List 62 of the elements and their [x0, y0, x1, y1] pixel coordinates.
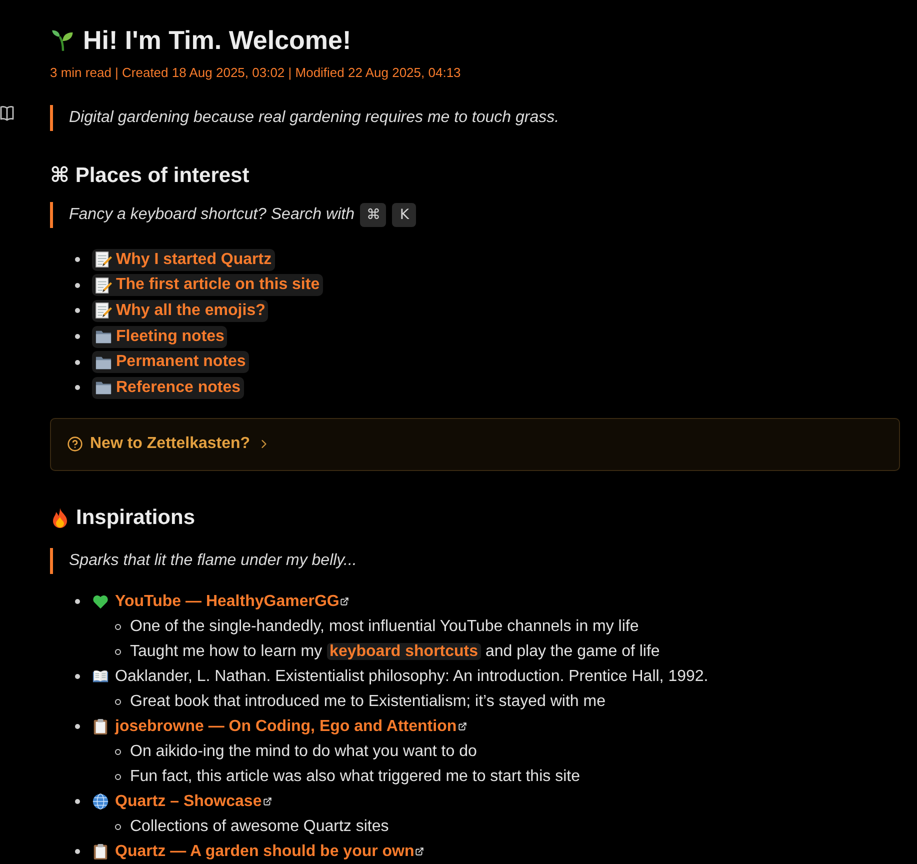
list-text: Taught me how to learn my keyboard shortcuts and play the game of life	[130, 642, 660, 662]
external-link-icon	[262, 797, 272, 806]
external-link[interactable]: josebrowne — On Coding, Ego and Attention	[115, 716, 467, 738]
external-link[interactable]: Quartz — A garden should be your own	[115, 840, 424, 862]
bullet-icon	[75, 724, 80, 729]
book-icon	[92, 668, 109, 685]
folder-icon	[95, 328, 112, 346]
note-link[interactable]: keyboard shortcuts	[326, 642, 482, 660]
quote-text: Digital gardening because real gardening requires me to touch grass.	[69, 108, 560, 128]
bullet-icon	[75, 334, 80, 340]
bullet-icon	[115, 748, 121, 754]
bullet-icon	[75, 360, 80, 365]
external-link[interactable]: YouTube — HealthyGamerGG	[115, 590, 350, 612]
section-heading: ⌘ Places of interest	[50, 163, 250, 189]
key-cap: K	[392, 203, 416, 227]
key-cap: ⌘	[360, 203, 386, 227]
folder-icon	[95, 379, 112, 396]
book-icon[interactable]	[0, 104, 14, 122]
bullet-icon	[75, 257, 80, 262]
note-link[interactable]: Why all the emojis?	[92, 300, 268, 322]
bullet-icon	[115, 774, 121, 780]
list-text: Fun fact, this article was also what triggered me to start this site	[130, 766, 580, 786]
bullet-icon	[115, 824, 121, 830]
bullet-icon	[75, 849, 80, 854]
bullet-icon	[75, 308, 80, 314]
bullet-icon	[75, 599, 80, 604]
list-text: Great book that introduced me to Existentialism; it’s stayed with me	[130, 692, 606, 712]
memo-icon	[95, 276, 112, 294]
note-link[interactable]: Why I started Quartz	[92, 248, 275, 271]
page-meta: 3 min read | Created 18 Aug 2025, 03:02 | Modified 22 Aug 2025, 04:13	[50, 64, 461, 82]
note-link[interactable]: The first article on this site	[92, 274, 323, 296]
clipboard-icon	[92, 718, 109, 735]
note-link[interactable]: Fleeting notes	[92, 326, 228, 348]
external-link[interactable]: Quartz – Showcase	[115, 790, 272, 812]
bullet-icon	[115, 648, 121, 654]
external-link-icon	[340, 597, 350, 606]
globe-icon	[92, 793, 109, 810]
memo-icon	[95, 251, 112, 268]
external-link-icon	[458, 722, 467, 731]
bullet-icon	[115, 624, 121, 630]
external-link-icon	[415, 847, 424, 856]
bullet-icon	[115, 698, 121, 704]
list-text: On aikido-ing the mind to do what you want to do	[130, 742, 477, 762]
bullet-icon	[75, 282, 80, 288]
bullet-icon	[75, 385, 80, 390]
note-link[interactable]: Permanent notes	[92, 351, 249, 374]
list-text: Collections of awesome Quartz sites	[130, 816, 389, 836]
list-text: One of the single-handedly, most influential YouTube channels in my life	[130, 616, 639, 636]
memo-icon	[95, 302, 112, 320]
fire-icon	[50, 507, 70, 529]
callout-title[interactable]: New to Zettelkasten?	[90, 435, 250, 454]
help-icon	[67, 436, 83, 452]
heart-icon	[92, 593, 109, 610]
page-title: Hi! I'm Tim. Welcome!	[83, 24, 352, 56]
bullet-icon	[75, 799, 80, 804]
clipboard-icon	[92, 843, 109, 860]
note-link[interactable]: Reference notes	[92, 376, 244, 399]
list-text: Oaklander, L. Nathan. Existentialist philosophy: An introduction. Prentice Hall, 1992.	[115, 666, 708, 686]
section-heading: Inspirations	[76, 505, 196, 531]
bullet-icon	[75, 674, 80, 679]
quote-text: Sparks that lit the flame under my belly...	[69, 551, 357, 571]
quote-text: Fancy a keyboard shortcut? Search with	[69, 205, 354, 225]
